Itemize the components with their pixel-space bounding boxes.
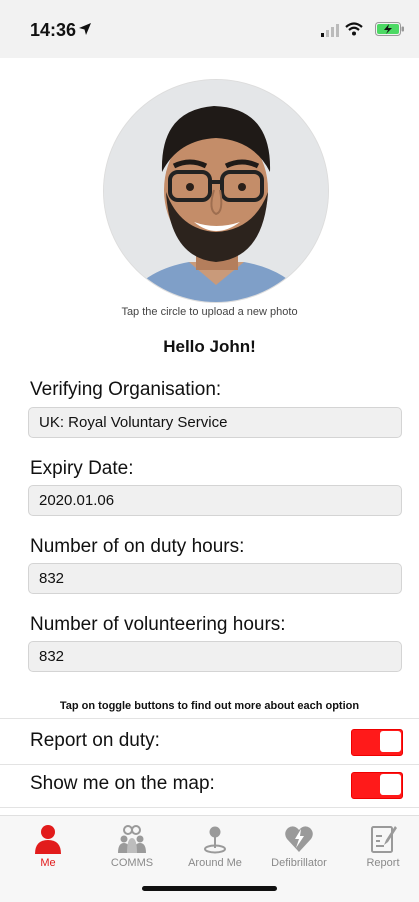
tab-bar: Me COMMS Around Me Defibrillator Report <box>0 815 419 902</box>
show-on-map-label: Show me on the map: <box>30 773 215 794</box>
on-duty-hours-field[interactable]: 832 <box>28 563 402 594</box>
wifi-icon <box>345 22 363 36</box>
toggle-knob <box>380 774 401 795</box>
toggle-knob <box>380 731 401 752</box>
profile-photo-circle[interactable] <box>104 80 328 302</box>
expiry-date-label: Expiry Date: <box>30 458 134 479</box>
report-pencil-icon <box>371 826 397 853</box>
tab-around-me-label: Around Me <box>188 857 242 869</box>
volunteering-hours-field[interactable]: 832 <box>28 641 402 672</box>
map-pin-icon <box>204 826 226 854</box>
greeting-title: Hello John! <box>163 337 256 356</box>
show-on-map-toggle[interactable] <box>351 772 403 799</box>
tab-defibrillator[interactable]: Defibrillator <box>257 816 341 886</box>
profile-photo <box>104 80 328 302</box>
tab-around-me[interactable]: Around Me <box>173 816 257 886</box>
photo-upload-hint: Tap the circle to upload a new photo <box>121 306 298 318</box>
person-icon <box>35 825 61 854</box>
on-duty-hours-label: Number of on duty hours: <box>30 536 245 557</box>
tab-comms[interactable]: COMMS <box>90 816 174 886</box>
organisation-field[interactable]: UK: Royal Voluntary Service <box>28 407 402 438</box>
tab-report-label: Report <box>366 857 400 869</box>
tab-report[interactable]: Report <box>341 816 419 886</box>
expiry-date-field[interactable]: 2020.01.06 <box>28 485 402 516</box>
status-time: 14:36 <box>30 20 77 40</box>
status-bar: 14:36 <box>0 0 419 58</box>
tab-comms-label: COMMS <box>110 857 154 869</box>
battery-charging-icon <box>375 22 404 36</box>
divider <box>0 807 419 808</box>
heart-bolt-icon <box>285 826 313 852</box>
report-on-duty-toggle[interactable] <box>351 729 403 756</box>
tab-defibrillator-label: Defibrillator <box>271 857 327 869</box>
organisation-label: Verifying Organisation: <box>30 379 222 400</box>
home-indicator <box>142 886 277 891</box>
toggle-row-report-on-duty: Report on duty: <box>0 722 419 762</box>
divider <box>0 718 419 719</box>
location-arrow-icon <box>79 23 91 35</box>
volunteering-hours-label: Number of volunteering hours: <box>30 614 286 635</box>
tab-me-label: Me <box>40 857 56 869</box>
toggle-row-show-on-map: Show me on the map: <box>0 765 419 805</box>
tab-me[interactable]: Me <box>6 816 90 886</box>
report-on-duty-label: Report on duty: <box>30 730 160 751</box>
people-group-icon <box>118 825 146 853</box>
toggle-hint: Tap on toggle buttons to find out more a… <box>59 700 360 712</box>
signal-icon <box>321 24 339 37</box>
